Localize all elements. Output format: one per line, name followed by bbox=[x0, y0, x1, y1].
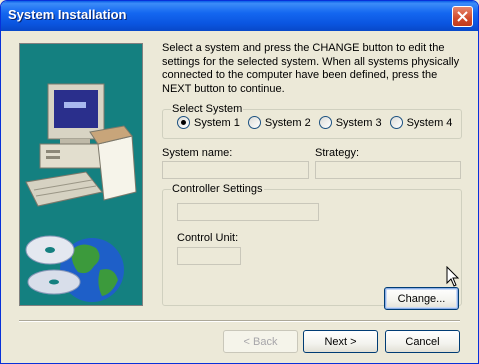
dialog-content: Select a system and press the CHANGE but… bbox=[5, 31, 474, 361]
system-name-field[interactable] bbox=[162, 161, 309, 179]
radio-indicator bbox=[247, 116, 261, 129]
close-button[interactable] bbox=[452, 6, 473, 27]
mouse-pointer-icon bbox=[446, 266, 460, 287]
button-separator bbox=[19, 320, 460, 322]
computer-illustration bbox=[25, 83, 137, 302]
control-unit-label: Control Unit: bbox=[177, 232, 239, 244]
change-button[interactable]: Change... bbox=[384, 287, 459, 310]
system-radio-group: System 1 System 2 System 3 System 4 bbox=[177, 116, 460, 129]
cancel-button[interactable]: Cancel bbox=[385, 330, 460, 353]
controller-settings-legend: Controller Settings bbox=[171, 183, 264, 196]
system-installation-dialog: System Installation Select a system and … bbox=[0, 0, 479, 364]
window-title: System Installation bbox=[8, 7, 127, 22]
radio-system-3[interactable]: System 3 bbox=[318, 116, 382, 129]
back-button[interactable]: < Back bbox=[223, 330, 298, 353]
select-system-legend: Select System bbox=[171, 103, 244, 116]
radio-label: System 1 bbox=[194, 116, 240, 129]
radio-label: System 4 bbox=[406, 116, 453, 129]
radio-label: System 3 bbox=[335, 116, 382, 129]
title-bar[interactable]: System Installation bbox=[1, 1, 478, 31]
radio-system-4[interactable]: System 4 bbox=[389, 116, 453, 129]
system-name-label: System name: bbox=[162, 147, 233, 159]
wizard-illustration bbox=[19, 43, 143, 306]
radio-indicator bbox=[318, 116, 332, 129]
radio-system-2[interactable]: System 2 bbox=[247, 116, 311, 129]
controller-field[interactable] bbox=[177, 203, 319, 221]
close-icon bbox=[457, 11, 468, 22]
control-unit-field[interactable] bbox=[177, 247, 241, 265]
radio-indicator-selected bbox=[177, 116, 190, 129]
radio-label: System 2 bbox=[264, 116, 311, 129]
next-button[interactable]: Next > bbox=[303, 330, 378, 353]
radio-indicator bbox=[389, 116, 403, 129]
strategy-field[interactable] bbox=[315, 161, 461, 179]
select-system-group: Select System System 1 System 2 System 3… bbox=[162, 103, 462, 139]
instructions-text: Select a system and press the CHANGE but… bbox=[162, 42, 460, 95]
strategy-label: Strategy: bbox=[315, 147, 360, 159]
radio-system-1[interactable]: System 1 bbox=[177, 116, 240, 129]
